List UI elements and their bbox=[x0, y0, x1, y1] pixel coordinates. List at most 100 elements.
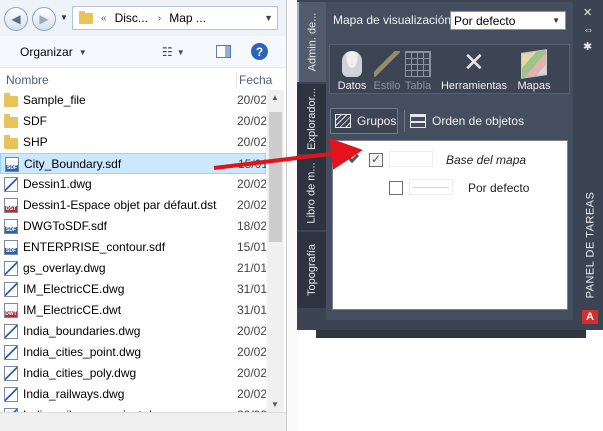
back-button[interactable]: ◀ bbox=[4, 7, 28, 31]
file-row[interactable]: Dessin1.dwg 20/02 bbox=[0, 174, 266, 195]
tab-label: Admin. de... bbox=[306, 12, 319, 72]
file-row[interactable]: Sample_file 20/02 bbox=[0, 90, 266, 111]
address-segment-1[interactable]: Disc... bbox=[115, 11, 148, 25]
preview-pane-button[interactable] bbox=[216, 45, 231, 58]
organize-button[interactable]: Organizar ▼ bbox=[20, 45, 87, 59]
map-icon bbox=[521, 49, 547, 79]
collapse-chevron-icon[interactable] bbox=[344, 148, 360, 164]
file-row[interactable]: ENTERPRISE_contour.sdf 15/01 bbox=[0, 237, 266, 258]
explorer-toolbar: Organizar ▼ ☷ ▼ ? bbox=[0, 36, 286, 68]
tab-map-explorer[interactable]: Explorador... bbox=[297, 84, 326, 154]
style-button[interactable]: Estilo bbox=[372, 45, 402, 95]
horizontal-scrollbar[interactable] bbox=[0, 412, 286, 431]
dwg-file-icon bbox=[4, 177, 18, 192]
groups-view-button[interactable]: Grupos bbox=[330, 108, 398, 134]
dwg-file-icon bbox=[4, 282, 18, 297]
dwg-file-icon bbox=[4, 345, 18, 360]
file-name: India_cities_poly.dwg bbox=[23, 366, 137, 380]
task-pane-title: PANEL DE TAREAS bbox=[578, 190, 603, 300]
button-label: Mapas bbox=[517, 80, 551, 92]
file-date: 20/02 bbox=[237, 177, 266, 191]
file-row[interactable]: India_railways.dwg 20/02 bbox=[0, 384, 266, 405]
sdf-file-icon bbox=[4, 219, 18, 234]
maps-button[interactable]: Mapas bbox=[514, 45, 554, 95]
tab-label: Libro de m... bbox=[305, 162, 318, 224]
file-row[interactable]: India_boundaries.dwg 20/02 bbox=[0, 321, 266, 342]
file-row[interactable]: gs_overlay.dwg 21/01 bbox=[0, 258, 266, 279]
file-date: 20/02 bbox=[237, 366, 266, 380]
file-date: 31/01 bbox=[237, 282, 266, 296]
file-row[interactable]: India_cities_point.dwg 20/02 bbox=[0, 342, 266, 363]
tab-map-book[interactable]: Libro de m... bbox=[297, 156, 326, 230]
dwg-file-icon bbox=[4, 366, 18, 381]
arrow-left-icon: ◀ bbox=[11, 12, 21, 26]
file-name: India_railways.dwg bbox=[23, 387, 125, 401]
help-icon[interactable]: ? bbox=[251, 43, 268, 60]
column-name-header[interactable]: Nombre bbox=[6, 73, 49, 87]
map-view-value: Por defecto bbox=[454, 13, 516, 28]
groups-icon bbox=[335, 114, 351, 128]
dwt-file-icon bbox=[4, 303, 18, 318]
address-bar[interactable]: « Disc... › Map ... ▼ bbox=[72, 6, 278, 30]
layer-name-default[interactable]: Por defecto bbox=[468, 181, 529, 195]
chevron-down-icon[interactable]: ▼ bbox=[264, 13, 273, 23]
tools-button[interactable]: Herramientas bbox=[438, 45, 510, 95]
layer-visibility-checkbox[interactable] bbox=[389, 181, 403, 195]
file-row[interactable]: SDF 20/02 bbox=[0, 111, 266, 132]
file-row[interactable]: City_Boundary.sdf 15/01 bbox=[0, 153, 266, 174]
table-button[interactable]: Tabla bbox=[402, 45, 434, 95]
dwg-file-icon bbox=[4, 387, 18, 402]
scrollbar-thumb[interactable] bbox=[269, 112, 282, 242]
layer-name-base-map[interactable]: Base del mapa bbox=[446, 153, 526, 167]
file-row[interactable]: Dessin1-Espace objet par défaut.dst 20/02 bbox=[0, 195, 266, 216]
column-date-header[interactable]: Fecha bbox=[236, 73, 272, 87]
auto-hide-icon[interactable]: ⇔ bbox=[583, 24, 594, 36]
tab-display-manager[interactable]: Admin. de... bbox=[297, 2, 326, 82]
folder-icon bbox=[4, 93, 18, 107]
task-pane-frame: Admin. de... Explorador... Libro de m...… bbox=[297, 0, 603, 330]
task-pane-bottom-edge bbox=[316, 330, 586, 338]
file-row[interactable]: DWGToSDF.sdf 18/02 bbox=[0, 216, 266, 237]
file-row[interactable]: IM_ElectricCE.dwg 31/01 bbox=[0, 279, 266, 300]
sdf-file-icon bbox=[4, 240, 18, 255]
file-row[interactable]: SHP 20/02 bbox=[0, 132, 266, 153]
file-name: gs_overlay.dwg bbox=[23, 261, 106, 275]
file-date: 20/02 bbox=[237, 198, 266, 212]
data-button[interactable]: Datos bbox=[334, 45, 370, 95]
file-row[interactable]: India_railways_project.dwg20/02 bbox=[0, 405, 266, 412]
layer-visibility-checkbox[interactable] bbox=[369, 152, 383, 167]
window-gap bbox=[288, 0, 297, 431]
chevron-right-icon[interactable]: › bbox=[158, 13, 161, 24]
address-overflow-icon[interactable]: « bbox=[101, 13, 107, 24]
file-date: 31/01 bbox=[237, 303, 266, 317]
map-view-select[interactable]: Por defecto ▼ bbox=[450, 11, 566, 30]
file-row[interactable]: India_cities_poly.dwg 20/02 bbox=[0, 363, 266, 384]
close-icon[interactable]: ✕ bbox=[583, 6, 592, 19]
draw-order-view-button[interactable]: Orden de objetos bbox=[410, 108, 524, 134]
divider bbox=[404, 110, 405, 132]
vertical-scrollbar[interactable]: ▲ ▼ bbox=[267, 90, 284, 412]
gear-icon[interactable]: ✱ bbox=[583, 40, 592, 53]
layer-style-swatch bbox=[389, 151, 433, 167]
draw-order-label: Orden de objetos bbox=[432, 114, 525, 128]
folder-icon bbox=[4, 114, 18, 128]
file-date: 15/01 bbox=[238, 157, 266, 171]
table-icon bbox=[405, 51, 431, 77]
tab-survey[interactable]: Topografía bbox=[297, 232, 326, 308]
navigation-bar: ◀ ▶ ▼ « Disc... › Map ... ▼ bbox=[0, 0, 286, 36]
scroll-up-icon[interactable]: ▲ bbox=[271, 93, 279, 102]
address-segment-2[interactable]: Map ... bbox=[169, 11, 206, 25]
file-date: 18/02 bbox=[237, 219, 266, 233]
change-view-button[interactable]: ☷ ▼ bbox=[162, 45, 185, 59]
file-date: 20/02 bbox=[237, 345, 266, 359]
arrow-right-icon: ▶ bbox=[39, 12, 49, 26]
chevron-down-icon: ▼ bbox=[176, 47, 185, 57]
file-date: 20/02 bbox=[237, 114, 266, 128]
forward-button[interactable]: ▶ bbox=[32, 7, 56, 31]
recent-locations-dropdown-icon[interactable]: ▼ bbox=[60, 13, 68, 22]
file-row[interactable]: IM_ElectricCE.dwt 31/01 bbox=[0, 300, 266, 321]
dst-file-icon bbox=[4, 198, 18, 213]
sdf-file-icon bbox=[5, 157, 19, 172]
scroll-down-icon[interactable]: ▼ bbox=[271, 400, 279, 409]
file-name: Sample_file bbox=[23, 93, 86, 107]
